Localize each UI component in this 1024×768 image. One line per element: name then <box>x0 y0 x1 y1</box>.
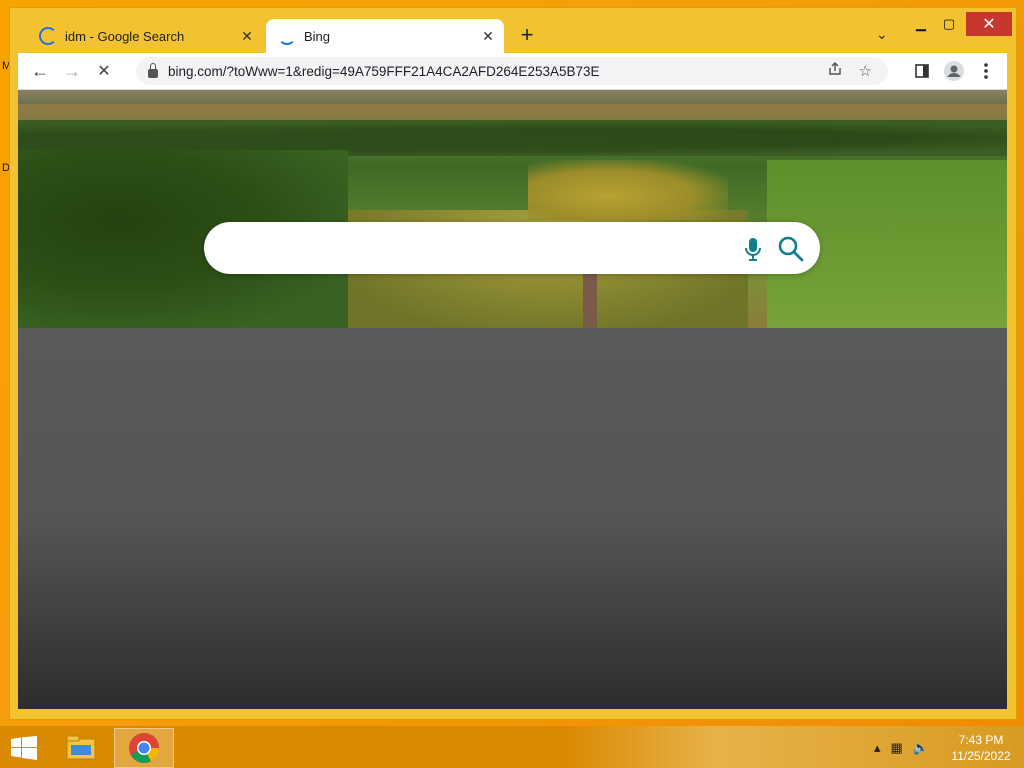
tab-bing[interactable]: Bing ✕ <box>266 19 504 53</box>
search-icon[interactable] <box>776 234 806 264</box>
tab-strip: idm - Google Search ✕ Bing ✕ + ⌄ ▁ ▢ ✕ <box>10 8 1016 53</box>
desktop-letter-d: D <box>2 162 10 174</box>
side-panel-icon[interactable] <box>910 59 934 83</box>
tab-close-icon[interactable]: ✕ <box>478 28 498 45</box>
chrome-taskbar-icon[interactable] <box>114 728 174 768</box>
close-window-button[interactable]: ✕ <box>966 12 1012 36</box>
taskbar: ▴ ▦ 🔈 7:43 PM 11/25/2022 <box>0 726 1024 768</box>
desktop-left-edge: M D <box>0 60 11 210</box>
search-input[interactable] <box>226 234 730 264</box>
tab-label: idm - Google Search <box>65 28 185 44</box>
address-url[interactable]: bing.com/?toWww=1&redig=49A759FFF21A4CA2… <box>168 64 827 79</box>
tab-close-icon[interactable]: ✕ <box>237 28 257 45</box>
browser-toolbar: ← → ✕ bing.com/?toWww=1&redig=49A759FFF2… <box>18 53 1007 90</box>
stop-loading-button[interactable]: ✕ <box>92 59 116 83</box>
start-button[interactable] <box>10 736 38 760</box>
page-dark-content-area <box>18 328 1007 709</box>
system-clock[interactable]: 7:43 PM 11/25/2022 <box>946 732 1016 764</box>
network-icon[interactable]: ▦ <box>891 740 903 756</box>
search-box[interactable] <box>204 222 820 274</box>
hero-background-image <box>18 90 1007 328</box>
profile-avatar-icon[interactable] <box>942 59 966 83</box>
system-tray: ▴ ▦ 🔈 <box>874 740 929 756</box>
clock-date: 11/25/2022 <box>951 749 1011 763</box>
tab-search-button[interactable]: ⌄ <box>876 26 888 43</box>
browser-window: idm - Google Search ✕ Bing ✕ + ⌄ ▁ ▢ ✕ ←… <box>10 8 1016 719</box>
clock-time: 7:43 PM <box>958 733 1004 747</box>
lock-icon[interactable] <box>148 62 158 78</box>
maximize-button[interactable]: ▢ <box>936 12 962 36</box>
bookmark-star-icon[interactable]: ☆ <box>859 62 872 80</box>
back-button[interactable]: ← <box>28 59 52 83</box>
loading-spinner-icon <box>39 27 57 45</box>
bing-page <box>18 90 1007 709</box>
share-icon[interactable] <box>827 61 843 81</box>
tray-chevron-icon[interactable]: ▴ <box>874 740 881 756</box>
file-explorer-icon[interactable] <box>52 728 110 766</box>
menu-kebab-icon[interactable] <box>974 59 998 83</box>
tab-label: Bing <box>304 28 331 44</box>
forward-button[interactable]: → <box>60 59 84 83</box>
new-tab-button[interactable]: + <box>516 24 538 46</box>
loading-spinner-icon <box>278 27 296 45</box>
tab-google-search[interactable]: idm - Google Search ✕ <box>27 19 263 53</box>
microphone-icon[interactable] <box>742 236 764 262</box>
volume-icon[interactable]: 🔈 <box>913 740 929 756</box>
address-bar[interactable]: bing.com/?toWww=1&redig=49A759FFF21A4CA2… <box>136 57 888 85</box>
minimize-button[interactable]: ▁ <box>908 12 934 36</box>
